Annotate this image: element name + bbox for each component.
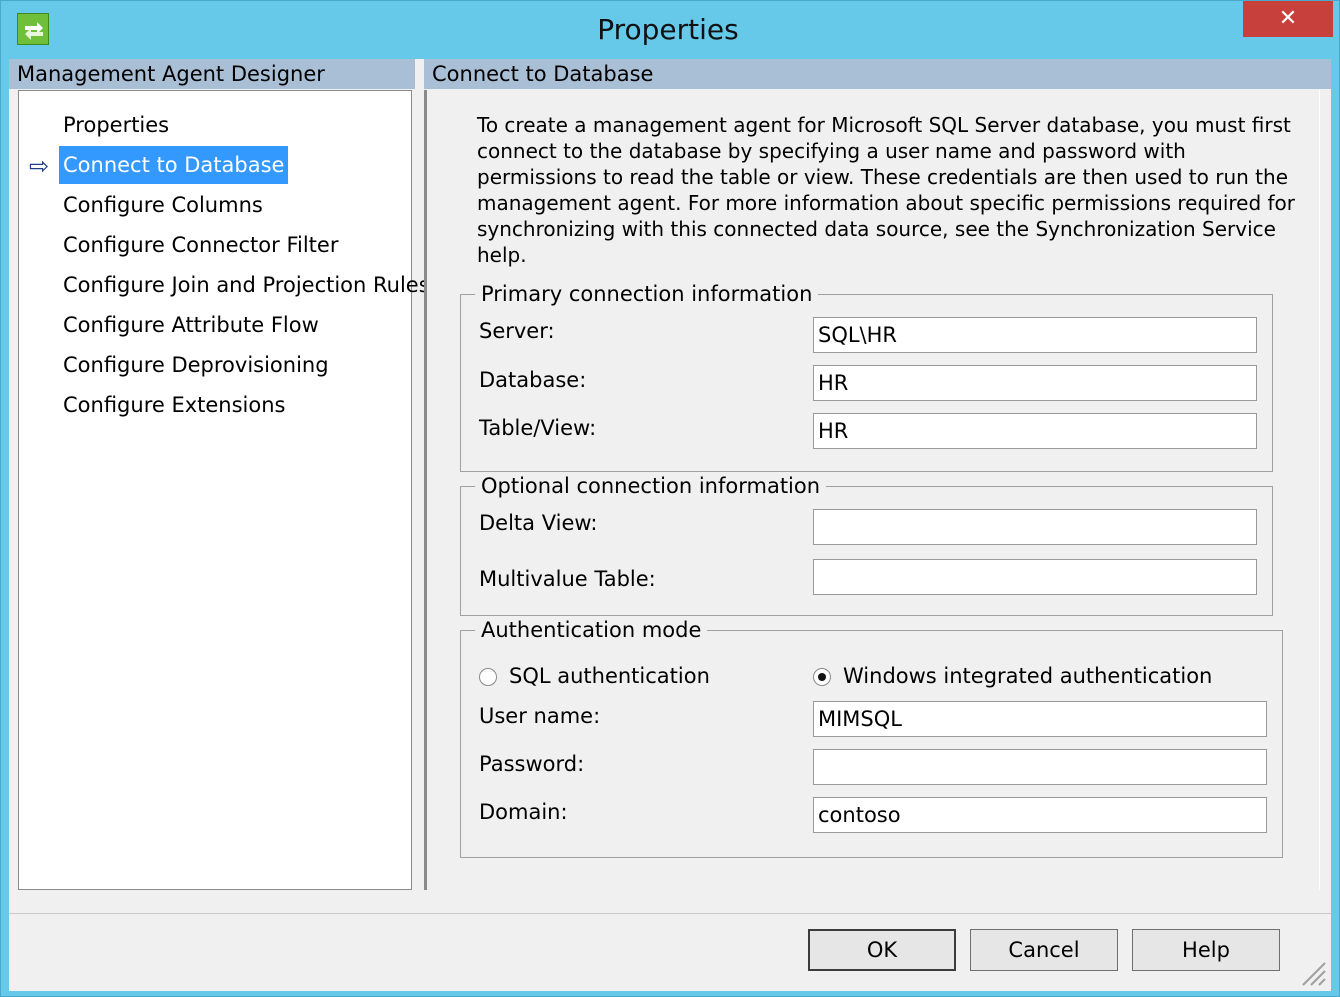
primary-connection-title: Primary connection information — [475, 281, 819, 307]
nav-item-configure-extensions[interactable]: Configure Extensions — [59, 386, 290, 424]
user-name-input[interactable] — [813, 701, 1267, 737]
sql-authentication-label: SQL authentication — [509, 664, 710, 688]
help-button[interactable]: Help — [1132, 929, 1280, 971]
windows-authentication-radio[interactable]: Windows integrated authentication — [813, 662, 1212, 690]
page-header: Connect to Database — [424, 59, 1331, 89]
nav-item-connect-to-database[interactable]: Connect to Database — [59, 146, 289, 184]
optional-connection-title: Optional connection information — [475, 473, 827, 499]
nav-item-configure-attribute-flow[interactable]: Configure Attribute Flow — [59, 306, 323, 344]
radio-checked-icon — [813, 668, 831, 686]
properties-window: Properties ✕ Management Agent Designer ⇨… — [0, 0, 1340, 997]
server-input[interactable] — [813, 317, 1257, 353]
multivalue-table-label: Multivalue Table: — [479, 567, 656, 591]
cancel-button[interactable]: Cancel — [970, 929, 1118, 971]
password-input[interactable] — [813, 749, 1267, 785]
password-label: Password: — [479, 752, 585, 776]
authentication-mode-group: Authentication mode SQL authentication W… — [460, 617, 1283, 858]
server-label: Server: — [479, 319, 555, 343]
nav-item-configure-columns[interactable]: Configure Columns — [59, 186, 267, 224]
delta-view-input[interactable] — [813, 509, 1257, 545]
domain-label: Domain: — [479, 800, 568, 824]
user-name-label: User name: — [479, 704, 601, 728]
designer-header: Management Agent Designer — [9, 59, 415, 89]
close-icon: ✕ — [1278, 6, 1298, 31]
nav-item-configure-join-projection-rules[interactable]: Configure Join and Projection Rules — [59, 266, 434, 304]
database-input[interactable] — [813, 365, 1257, 401]
table-view-input[interactable] — [813, 413, 1257, 449]
authentication-mode-title: Authentication mode — [475, 617, 708, 643]
ok-button[interactable]: OK — [808, 929, 956, 971]
multivalue-table-input[interactable] — [813, 559, 1257, 595]
nav-item-configure-deprovisioning[interactable]: Configure Deprovisioning — [59, 346, 333, 384]
windows-authentication-label: Windows integrated authentication — [843, 664, 1213, 688]
optional-connection-group: Optional connection information Delta Vi… — [460, 473, 1273, 616]
domain-input[interactable] — [813, 797, 1267, 833]
primary-connection-group: Primary connection information Server: D… — [460, 281, 1273, 472]
table-view-label: Table/View: — [479, 416, 597, 440]
dialog-client: Management Agent Designer ⇨ Properties C… — [9, 59, 1331, 991]
window-title: Properties — [597, 13, 739, 46]
delta-view-label: Delta View: — [479, 511, 598, 535]
footer-divider — [9, 913, 1331, 914]
close-button[interactable]: ✕ — [1243, 1, 1333, 37]
nav-item-configure-connector-filter[interactable]: Configure Connector Filter — [59, 226, 342, 264]
radio-unchecked-icon — [479, 668, 497, 686]
title-bar[interactable]: Properties ✕ — [1, 1, 1339, 59]
intro-text: To create a management agent for Microso… — [477, 113, 1296, 267]
resize-grip-icon[interactable] — [1297, 957, 1327, 987]
sql-authentication-radio[interactable]: SQL authentication — [479, 662, 710, 690]
database-label: Database: — [479, 368, 587, 392]
nav-item-properties[interactable]: Properties — [59, 106, 173, 144]
connect-to-database-page: To create a management agent for Microso… — [424, 90, 1320, 890]
designer-nav: ⇨ Properties Connect to Database Configu… — [18, 90, 430, 890]
current-step-arrow-icon: ⇨ — [29, 152, 50, 180]
